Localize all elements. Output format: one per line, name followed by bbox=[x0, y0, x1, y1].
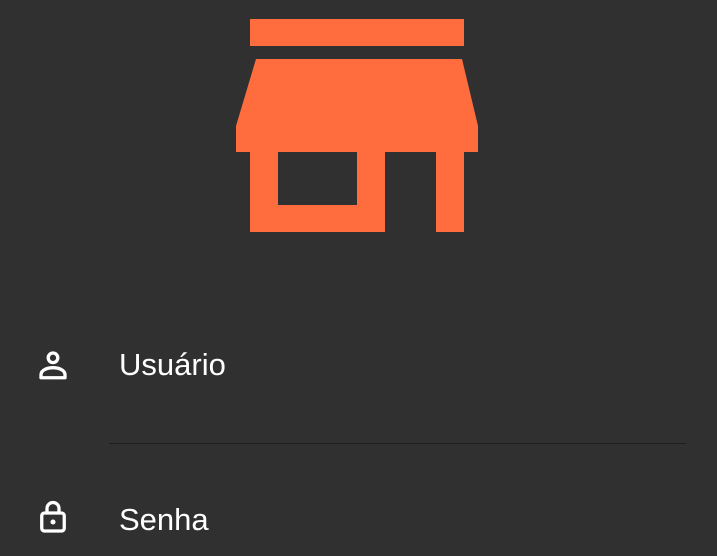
username-underline bbox=[109, 443, 686, 444]
username-label: Usuário bbox=[119, 347, 226, 382]
username-field[interactable]: Usuário bbox=[0, 345, 717, 445]
store-icon bbox=[236, 19, 478, 232]
person-icon bbox=[39, 351, 67, 380]
password-field[interactable]: Senha bbox=[0, 496, 717, 556]
lock-icon bbox=[40, 500, 66, 533]
password-label: Senha bbox=[119, 502, 209, 537]
